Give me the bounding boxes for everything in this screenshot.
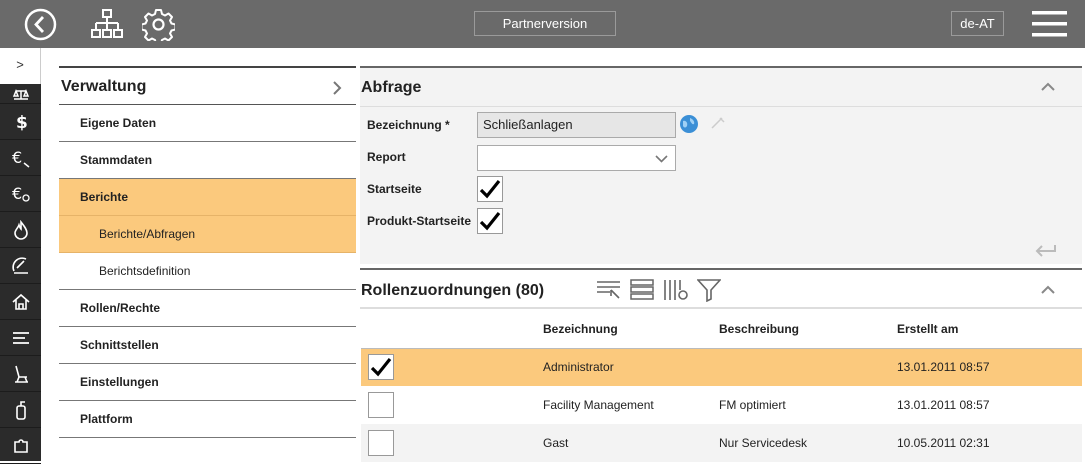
nav-item-label: Eigene Daten xyxy=(80,116,157,130)
cell-bezeichnung: Facility Management xyxy=(540,386,716,424)
nav-item-label: Plattform xyxy=(80,412,133,426)
cell-bezeichnung: Administrator xyxy=(540,348,716,386)
chevron-down-icon xyxy=(655,155,668,163)
nav-item-label: Rollen/Rechte xyxy=(80,301,161,315)
nav-item-berichte-abfragen[interactable]: Berichte/Abfragen xyxy=(59,216,356,253)
bezeichnung-field[interactable]: Schließanlagen xyxy=(477,112,676,138)
divider xyxy=(360,106,1082,107)
org-tree-icon[interactable] xyxy=(91,9,123,40)
top-bar: Partnerversion de-AT xyxy=(0,0,1085,48)
partner-version-button[interactable]: Partnerversion xyxy=(474,11,616,36)
cell-beschreibung xyxy=(716,348,894,386)
startseite-checkbox[interactable] xyxy=(477,176,503,202)
nav-item-label: Einstellungen xyxy=(80,375,159,389)
select-row-icon[interactable] xyxy=(596,279,622,301)
row-checkbox[interactable] xyxy=(368,354,394,381)
nav-item-stammdaten[interactable]: Stammdaten xyxy=(59,142,356,179)
divider xyxy=(360,307,1082,309)
row-select-cell xyxy=(361,348,540,386)
euro-search-icon[interactable]: € xyxy=(0,140,41,176)
chevron-right-icon[interactable] xyxy=(332,80,342,96)
chevron-right-icon: > xyxy=(16,57,24,72)
cell-beschreibung: FM optimiert xyxy=(716,386,894,424)
seat-icon[interactable] xyxy=(0,356,41,392)
column-header-erstellt[interactable]: Erstellt am xyxy=(894,310,1082,349)
table-row[interactable]: Gast Nur Servicedesk 10.05.2011 02:31 xyxy=(361,424,1082,462)
cell-bezeichnung: Gast xyxy=(540,424,716,462)
collapse-chevron-icon[interactable] xyxy=(1040,285,1056,295)
produkt-startseite-checkbox[interactable] xyxy=(477,208,503,234)
produkt-startseite-label: Produkt-Startseite xyxy=(367,214,472,228)
cell-erstellt: 10.05.2011 02:31 xyxy=(894,424,1082,462)
nav-item-eigene-daten[interactable]: Eigene Daten xyxy=(59,105,356,142)
column-settings-icon[interactable] xyxy=(663,278,689,302)
nav-item-plattform[interactable]: Plattform xyxy=(59,401,356,438)
rollenzuordnungen-panel: Rollenzuordnungen (80) Bezeichnung Besch… xyxy=(360,268,1082,462)
svg-text:€: € xyxy=(12,148,22,167)
puzzle-icon[interactable] xyxy=(0,428,41,464)
house-icon[interactable] xyxy=(0,284,41,320)
edit-icon[interactable] xyxy=(710,116,726,130)
nav-item-label: Berichte xyxy=(80,190,129,204)
cell-erstellt: 13.01.2011 08:57 xyxy=(894,348,1082,386)
navigation-panel: Verwaltung Eigene Daten Stammdaten Beric… xyxy=(59,66,356,438)
table-row[interactable]: Administrator 13.01.2011 08:57 xyxy=(361,348,1082,386)
back-icon[interactable] xyxy=(24,8,57,41)
icon-rail: > $ € € xyxy=(0,48,41,464)
row-select-cell xyxy=(361,386,540,424)
row-checkbox[interactable] xyxy=(368,392,394,418)
dollar-icon[interactable]: $ xyxy=(0,104,41,140)
row-select-cell xyxy=(361,424,540,462)
rollen-title: Rollenzuordnungen (80) xyxy=(361,282,545,299)
expand-rail-button[interactable]: > xyxy=(0,48,41,84)
table-header-row: Bezeichnung Beschreibung Erstellt am xyxy=(361,310,1082,349)
undo-return-icon[interactable] xyxy=(1033,242,1057,260)
collapse-chevron-icon[interactable] xyxy=(1040,82,1056,92)
column-header-bezeichnung[interactable]: Bezeichnung xyxy=(540,310,716,349)
nav-title: Verwaltung xyxy=(61,78,147,95)
nav-item-schnittstellen[interactable]: Schnittstellen xyxy=(59,327,356,364)
cell-beschreibung: Nur Servicedesk xyxy=(716,424,894,462)
fire-extinguisher-icon[interactable] xyxy=(0,392,41,428)
checkmark-icon xyxy=(479,212,501,231)
report-select[interactable] xyxy=(477,145,676,171)
abfrage-title: Abfrage xyxy=(361,79,422,96)
filter-icon[interactable] xyxy=(697,278,721,302)
globe-icon[interactable] xyxy=(679,114,699,134)
nav-item-einstellungen[interactable]: Einstellungen xyxy=(59,364,356,401)
menu-icon[interactable] xyxy=(1032,10,1067,38)
rows-icon[interactable] xyxy=(630,278,654,302)
row-checkbox[interactable] xyxy=(368,430,394,456)
list-icon[interactable] xyxy=(0,320,41,356)
flame-icon[interactable] xyxy=(0,212,41,248)
nav-item-label: Berichte/Abfragen xyxy=(99,227,196,241)
satellite-dish-icon[interactable] xyxy=(0,248,41,284)
checkmark-icon xyxy=(370,358,392,377)
gear-icon[interactable] xyxy=(142,8,175,41)
nav-item-berichtsdefinition[interactable]: Berichtsdefinition xyxy=(59,253,356,290)
euro-magnify-icon[interactable]: € xyxy=(0,176,41,212)
cell-erstellt: 13.01.2011 08:57 xyxy=(894,386,1082,424)
report-label: Report xyxy=(367,150,406,164)
svg-text:€: € xyxy=(12,184,22,203)
rollen-table: Bezeichnung Beschreibung Erstellt am Adm… xyxy=(361,310,1082,462)
nav-item-rollen-rechte[interactable]: Rollen/Rechte xyxy=(59,290,356,327)
nav-item-label: Schnittstellen xyxy=(80,338,159,352)
nav-header: Verwaltung xyxy=(59,66,356,105)
svg-text:$: $ xyxy=(16,113,28,132)
column-header-beschreibung[interactable]: Beschreibung xyxy=(716,310,894,349)
bezeichnung-label: Bezeichnung * xyxy=(367,118,450,132)
startseite-label: Startseite xyxy=(367,182,422,196)
table-row[interactable]: Facility Management FM optimiert 13.01.2… xyxy=(361,386,1082,424)
language-button[interactable]: de-AT xyxy=(951,11,1004,36)
nav-item-label: Stammdaten xyxy=(80,153,153,167)
scale-icon[interactable] xyxy=(0,84,41,104)
column-header-select xyxy=(361,310,540,349)
checkmark-icon xyxy=(479,180,501,199)
nav-item-berichte[interactable]: Berichte xyxy=(59,179,356,216)
abfrage-panel: Abfrage Bezeichnung * Schließanlagen Rep… xyxy=(360,66,1082,264)
nav-item-label: Berichtsdefinition xyxy=(99,264,191,278)
